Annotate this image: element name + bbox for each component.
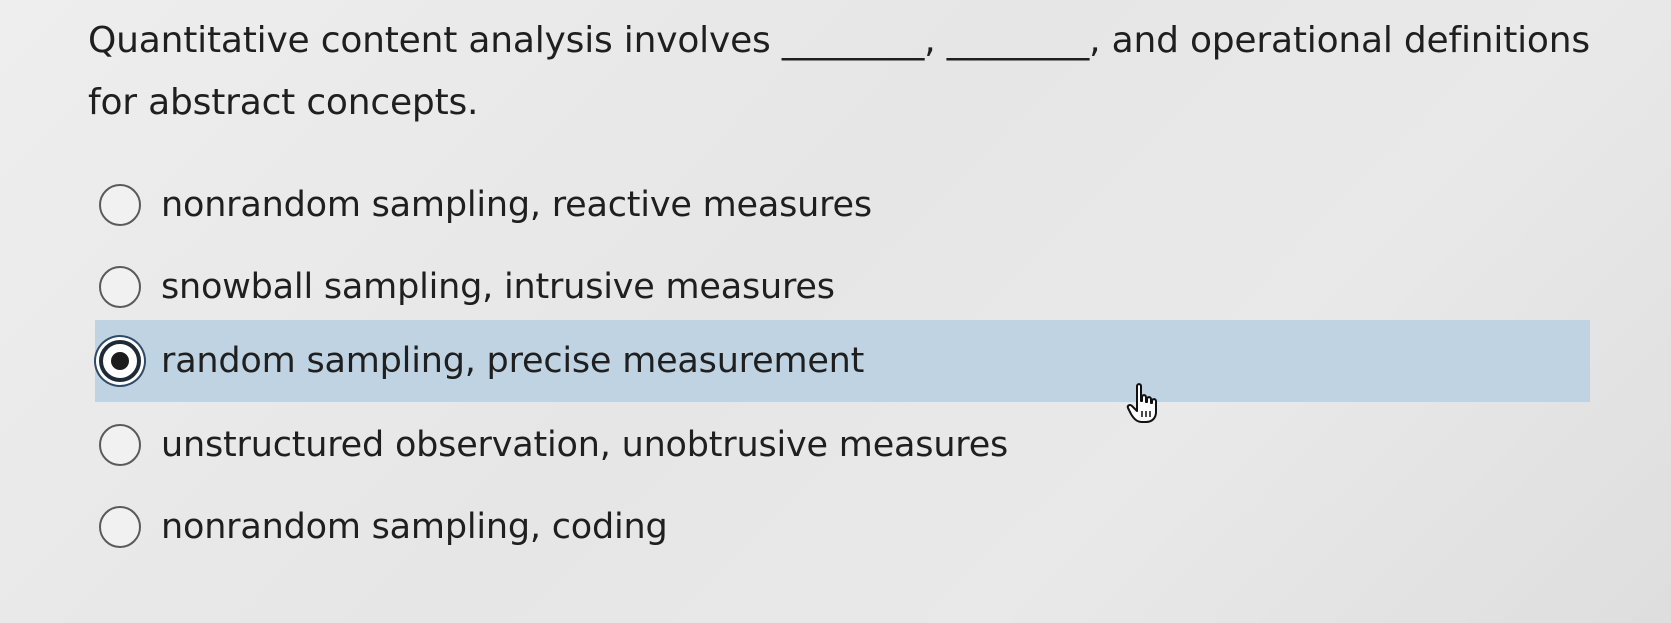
question-text: Quantitative content analysis involves _…: [88, 20, 1590, 123]
option-label: random sampling, precise measurement: [161, 341, 865, 381]
option-3[interactable]: random sampling, precise measurement: [95, 320, 1590, 402]
option-1[interactable]: nonrandom sampling, reactive measures: [95, 164, 1590, 246]
hand-pointer-icon: [1126, 383, 1157, 423]
radio-button[interactable]: [99, 506, 141, 548]
option-label: unstructured observation, unobtrusive me…: [161, 425, 1009, 465]
option-label: nonrandom sampling, coding: [161, 507, 668, 547]
radio-button[interactable]: [99, 424, 141, 466]
radio-button-selected[interactable]: [99, 340, 141, 382]
option-label: snowball sampling, intrusive measures: [161, 267, 835, 307]
radio-button[interactable]: [99, 184, 141, 226]
option-4[interactable]: unstructured observation, unobtrusive me…: [95, 404, 1590, 486]
option-label: nonrandom sampling, reactive measures: [161, 185, 872, 225]
radio-button[interactable]: [99, 266, 141, 308]
option-5[interactable]: nonrandom sampling, coding: [95, 486, 1590, 568]
option-2[interactable]: snowball sampling, intrusive measures: [95, 246, 1590, 328]
